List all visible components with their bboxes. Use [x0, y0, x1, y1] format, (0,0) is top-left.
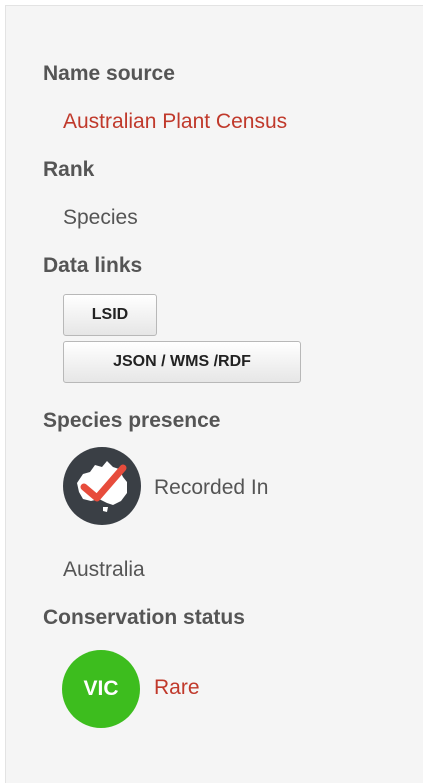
australia-check-icon [63, 447, 141, 525]
name-source-link[interactable]: Australian Plant Census [63, 110, 287, 134]
rank-heading: Rank [43, 158, 95, 181]
species-presence-heading: Species presence [43, 409, 221, 432]
conservation-status-link[interactable]: Rare [154, 676, 200, 700]
presence-region: Australia [63, 558, 145, 581]
lsid-button[interactable]: LSID [63, 294, 157, 336]
species-info-panel: Name source Australian Plant Census Rank… [5, 5, 423, 783]
presence-label: Recorded In [154, 476, 269, 499]
data-links-heading: Data links [43, 254, 143, 277]
json-wms-rdf-button[interactable]: JSON / WMS /RDF [63, 341, 301, 383]
name-source-heading: Name source [43, 62, 175, 85]
status-badge: VIC [62, 650, 140, 728]
rank-value: Species [63, 206, 138, 229]
conservation-status-heading: Conservation status [43, 606, 245, 629]
